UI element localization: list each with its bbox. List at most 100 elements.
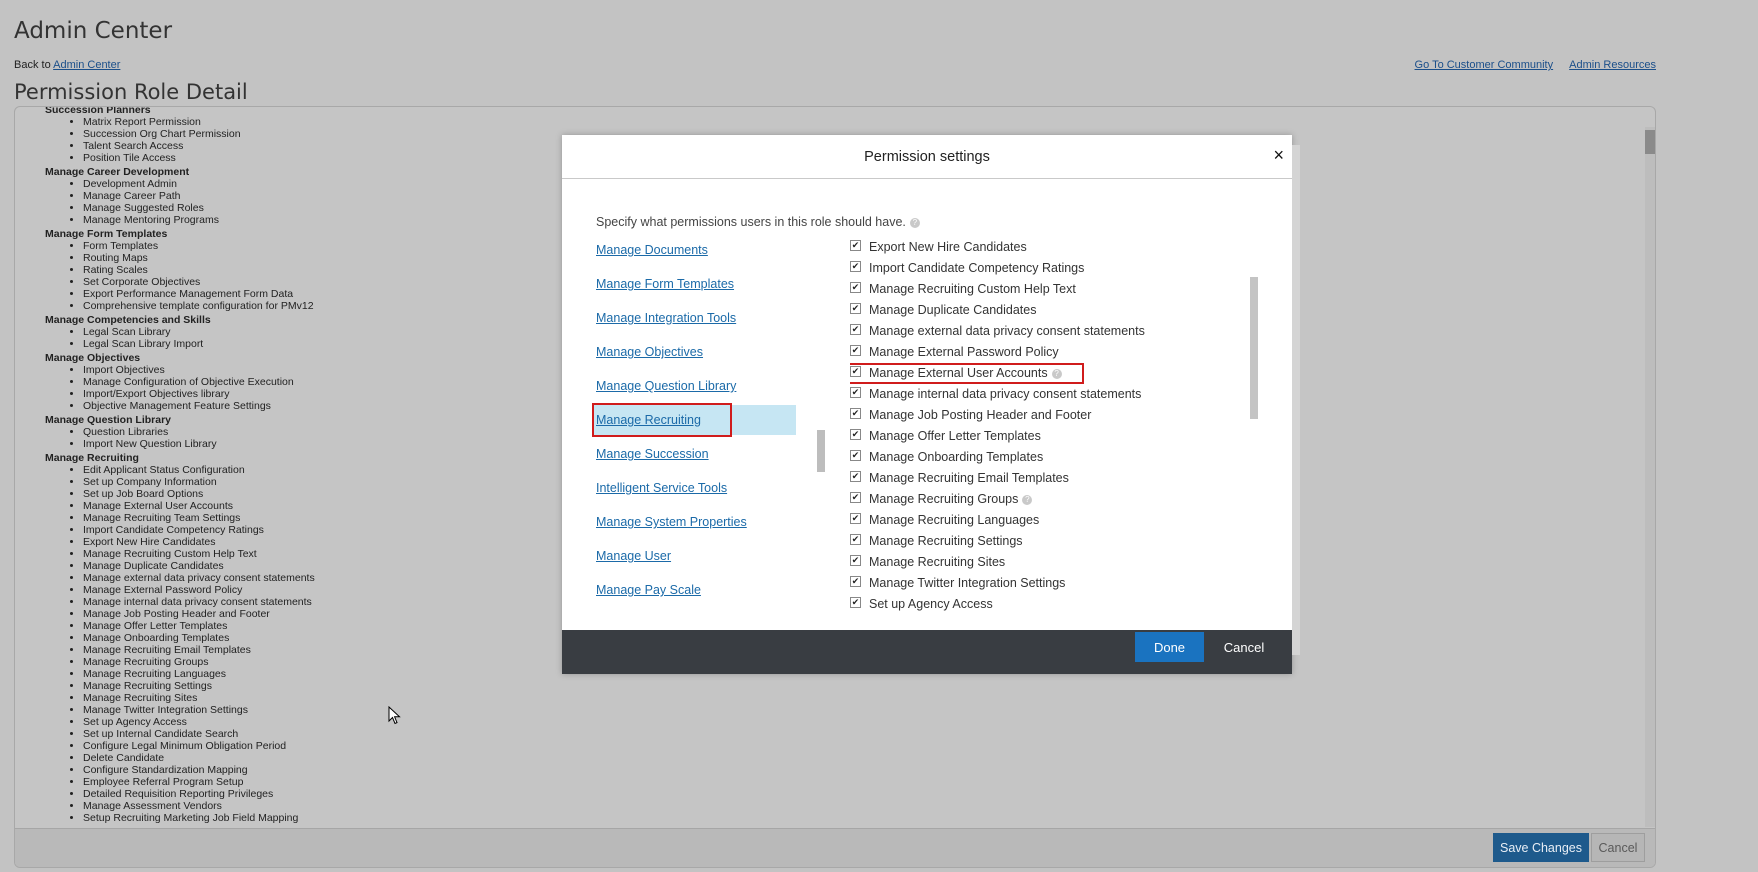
permission-label: Manage internal data privacy consent sta…	[869, 387, 1142, 401]
category-link[interactable]: Manage Integration Tools	[596, 311, 736, 325]
permission-list-item: Set up Job Board Options	[83, 488, 315, 500]
checkbox-checked-icon[interactable]: ✔	[850, 240, 861, 252]
permission-checkbox-row[interactable]: ✔ Manage Duplicate Candidates	[850, 303, 1250, 324]
category-list: Manage Documents Manage Form Templates Man…	[592, 235, 802, 635]
category-link[interactable]: Manage Succession	[596, 447, 709, 461]
permission-list-item: Succession Org Chart Permission	[83, 128, 315, 140]
category-link[interactable]: Manage Documents	[596, 243, 708, 257]
back-admin-center-link[interactable]: Admin Center	[53, 59, 120, 71]
permission-list-item: Manage Recruiting Languages	[83, 668, 315, 680]
dialog-cancel-button[interactable]: Cancel	[1216, 632, 1272, 662]
checkbox-checked-icon[interactable]: ✔	[850, 429, 861, 441]
save-changes-button[interactable]: Save Changes	[1493, 833, 1589, 862]
permission-list-item: Development Admin	[83, 178, 315, 190]
panel-scrollbar-thumb[interactable]	[1645, 130, 1655, 154]
permission-checkbox-row[interactable]: ✔ Manage Offer Letter Templates	[850, 429, 1250, 450]
checkbox-checked-icon[interactable]: ✔	[850, 282, 861, 294]
checkbox-checked-icon[interactable]: ✔	[850, 366, 861, 378]
permission-checkbox-row[interactable]: ✔ Manage Twitter Integration Settings	[850, 576, 1250, 597]
category-item[interactable]: Manage Succession	[592, 439, 802, 469]
permission-checkbox-row[interactable]: ✔ Manage Recruiting Custom Help Text	[850, 282, 1250, 303]
category-link[interactable]: Intelligent Service Tools	[596, 481, 727, 495]
category-link[interactable]: Manage User	[596, 549, 671, 563]
permission-checkbox-row[interactable]: ✔ Manage Recruiting Email Templates	[850, 471, 1250, 492]
close-icon[interactable]: ×	[1273, 145, 1284, 165]
category-item[interactable]: Manage Recruiting	[592, 403, 796, 437]
permission-checkbox-row[interactable]: ✔ Manage internal data privacy consent st…	[850, 387, 1250, 408]
permission-list-item: Detailed Requisition Reporting Privilege…	[83, 788, 315, 800]
permission-list-item: Set up Company Information	[83, 476, 315, 488]
permission-checkbox-row[interactable]: ✔ Manage Recruiting Languages	[850, 513, 1250, 534]
category-item[interactable]: Manage User	[592, 541, 802, 571]
category-item[interactable]: Intelligent Service Tools	[592, 473, 802, 503]
category-item[interactable]: Manage Question Library	[592, 371, 802, 401]
category-link[interactable]: Manage Objectives	[596, 345, 703, 359]
category-item[interactable]: Manage Form Templates	[592, 269, 802, 299]
permission-checkbox-row[interactable]: ✔ Manage Onboarding Templates	[850, 450, 1250, 471]
permission-group-list: Matrix Report PermissionSuccession Org C…	[45, 116, 315, 164]
category-item[interactable]: Manage Objectives	[592, 337, 802, 367]
category-link[interactable]: Manage Form Templates	[596, 277, 734, 291]
panel-scrollbar[interactable]	[1645, 127, 1655, 827]
checkbox-checked-icon[interactable]: ✔	[850, 387, 861, 399]
permission-group-list: Import ObjectivesManage Configuration of…	[45, 364, 315, 412]
permission-label: Manage Duplicate Candidates	[869, 303, 1037, 317]
permission-checkbox-row[interactable]: ✔ Import Candidate Competency Ratings	[850, 261, 1250, 282]
permission-checklist-scrollbar[interactable]	[1250, 277, 1258, 419]
checkbox-checked-icon[interactable]: ✔	[850, 324, 861, 336]
permission-group-title: Manage Question Library	[45, 414, 172, 426]
checkbox-checked-icon[interactable]: ✔	[850, 450, 861, 462]
category-link[interactable]: Manage Question Library	[596, 379, 736, 393]
permission-list-item: Export New Hire Candidates	[83, 536, 315, 548]
checkbox-checked-icon[interactable]: ✔	[850, 534, 861, 546]
category-item[interactable]: Manage Integration Tools	[592, 303, 802, 333]
checkbox-checked-icon[interactable]: ✔	[850, 345, 861, 357]
permission-list-item: Manage Recruiting Sites	[83, 692, 315, 704]
help-icon[interactable]: ?	[909, 217, 920, 228]
permission-checkbox-row[interactable]: ✔ Export New Hire Candidates	[850, 240, 1250, 261]
category-link[interactable]: Manage Pay Scale	[596, 583, 701, 597]
permission-list-item: Employee Referral Program Setup	[83, 776, 315, 788]
permission-checkbox-row[interactable]: ✔ Manage External User Accounts?	[850, 363, 1250, 387]
permission-checkbox-row[interactable]: ✔ Manage Recruiting Settings	[850, 534, 1250, 555]
dialog-title: Permission settings	[864, 149, 990, 165]
checkbox-checked-icon[interactable]: ✔	[850, 513, 861, 525]
permission-checkbox-row[interactable]: ✔ Manage Job Posting Header and Footer	[850, 408, 1250, 429]
checkbox-checked-icon[interactable]: ✔	[850, 261, 861, 273]
permission-list-item: Edit Applicant Status Configuration	[83, 464, 315, 476]
checkbox-checked-icon[interactable]: ✔	[850, 492, 861, 504]
permission-list-item: Configure Legal Minimum Obligation Perio…	[83, 740, 315, 752]
checkbox-checked-icon[interactable]: ✔	[850, 597, 861, 609]
category-item[interactable]: Manage System Properties	[592, 507, 802, 537]
category-link[interactable]: Manage System Properties	[596, 515, 747, 529]
permission-settings-dialog: Permission settings × Specify what permi…	[562, 135, 1300, 674]
permission-checkbox-row[interactable]: ✔ Manage Recruiting Groups?	[850, 492, 1250, 513]
dialog-outer-scrollbar[interactable]	[1292, 145, 1300, 655]
category-item[interactable]: Manage Documents	[592, 235, 802, 265]
intro-text: Specify what permissions users in this r…	[596, 215, 906, 229]
category-list-scrollbar[interactable]	[817, 430, 825, 472]
permission-checkbox-row[interactable]: ✔ Manage external data privacy consent st…	[850, 324, 1250, 345]
category-item[interactable]: Manage Pay Scale	[592, 575, 802, 605]
permission-list-item: Manage Offer Letter Templates	[83, 620, 315, 632]
checkbox-checked-icon[interactable]: ✔	[850, 576, 861, 588]
permission-group-title: Succession Planners	[45, 107, 151, 116]
customer-community-link[interactable]: Go To Customer Community	[1415, 59, 1554, 71]
admin-resources-link[interactable]: Admin Resources	[1569, 59, 1656, 71]
permission-list-item: Import Candidate Competency Ratings	[83, 524, 315, 536]
checkbox-checked-icon[interactable]: ✔	[850, 408, 861, 420]
permission-checkbox-row[interactable]: ✔ Manage Recruiting Sites	[850, 555, 1250, 576]
permission-list-item: Manage Recruiting Team Settings	[83, 512, 315, 524]
checkbox-checked-icon[interactable]: ✔	[850, 303, 861, 315]
permission-group-title: Manage Recruiting	[45, 452, 139, 464]
permission-list-item: Set Corporate Objectives	[83, 276, 315, 288]
done-button[interactable]: Done	[1135, 632, 1204, 662]
cancel-button[interactable]: Cancel	[1591, 833, 1645, 862]
permission-list-item: Manage Job Posting Header and Footer	[83, 608, 315, 620]
checkbox-checked-icon[interactable]: ✔	[850, 471, 861, 483]
checkbox-checked-icon[interactable]: ✔	[850, 555, 861, 567]
help-icon[interactable]: ?	[1022, 494, 1033, 505]
permission-checkbox-row[interactable]: ✔ Set up Agency Access	[850, 597, 1250, 618]
permission-group-list: Legal Scan LibraryLegal Scan Library Imp…	[45, 326, 315, 350]
category-link[interactable]: Manage Recruiting	[596, 413, 701, 427]
